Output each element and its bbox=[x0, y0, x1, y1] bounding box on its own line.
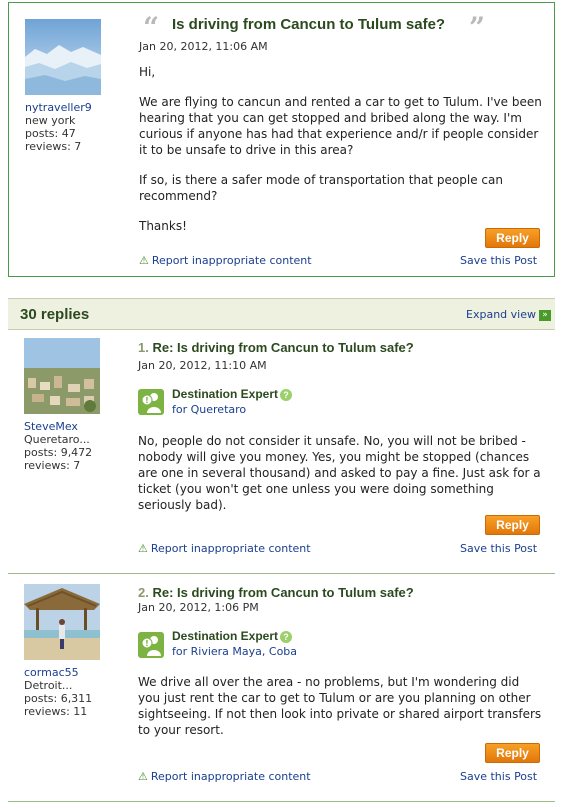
post-body: Hi, We are flying to cancun and rented a… bbox=[139, 64, 544, 248]
post-paragraph: Hi, bbox=[139, 65, 156, 79]
save-post-link[interactable]: Save this Post bbox=[460, 542, 537, 555]
user-posts: posts: 6,311 bbox=[24, 692, 93, 705]
expert-label-text: Destination Expert bbox=[172, 387, 279, 401]
save-post-link[interactable]: Save this Post bbox=[460, 770, 537, 783]
help-question-icon[interactable]: ? bbox=[280, 388, 293, 401]
expand-arrow-icon: » bbox=[539, 309, 551, 321]
user-location: Queretaro... bbox=[24, 433, 90, 446]
quote-close-icon: ” bbox=[469, 11, 486, 44]
user-avatar[interactable] bbox=[25, 19, 101, 95]
username-link[interactable]: nytraveller9 bbox=[25, 101, 92, 114]
post-divider bbox=[8, 573, 555, 574]
save-post-link[interactable]: Save this Post bbox=[460, 254, 537, 267]
report-label: Report inappropriate content bbox=[150, 542, 311, 555]
user-reviews: reviews: 7 bbox=[25, 140, 82, 153]
expert-for-link[interactable]: for Riviera Maya, Coba bbox=[172, 645, 297, 658]
reply-number: 1. bbox=[138, 340, 149, 355]
post-title: Is driving from Cancun to Tulum safe? bbox=[172, 16, 446, 33]
destination-expert-icon: ! bbox=[138, 389, 164, 415]
reply-number: 2. bbox=[138, 585, 149, 600]
reply-user-info: SteveMex Queretaro... posts: 9,472 revie… bbox=[24, 420, 92, 472]
expand-view-label: Expand view bbox=[466, 308, 536, 321]
reply-body: We drive all over the area - no problems… bbox=[138, 675, 542, 737]
post-divider bbox=[8, 801, 555, 802]
reply-user-info: cormac55 Detroit... posts: 6,311 reviews… bbox=[24, 666, 92, 718]
avatar-image bbox=[25, 19, 101, 95]
report-label: Report inappropriate content bbox=[150, 770, 311, 783]
expert-for-link[interactable]: for Queretaro bbox=[172, 403, 246, 416]
reply-button[interactable]: Reply bbox=[485, 743, 540, 763]
reply-title: 2. Re: Is driving from Cancun to Tulum s… bbox=[138, 585, 414, 600]
reply-title-text: Re: Is driving from Cancun to Tulum safe… bbox=[152, 340, 414, 355]
expand-view-link[interactable]: Expand view» bbox=[466, 308, 551, 321]
destination-expert-label: Destination Expert? bbox=[172, 387, 293, 401]
svg-text:!: ! bbox=[145, 396, 149, 405]
user-reviews: reviews: 7 bbox=[24, 459, 81, 472]
expert-label-text: Destination Expert bbox=[172, 629, 279, 643]
reply-title: 1. Re: Is driving from Cancun to Tulum s… bbox=[138, 340, 414, 355]
reply-date: Jan 20, 2012, 11:10 AM bbox=[138, 359, 267, 372]
help-question-icon[interactable]: ? bbox=[280, 630, 293, 643]
svg-text:!: ! bbox=[145, 639, 149, 648]
reply-date: Jan 20, 2012, 1:06 PM bbox=[138, 601, 259, 614]
user-location: Detroit... bbox=[24, 679, 73, 692]
reply-button[interactable]: Reply bbox=[485, 228, 540, 248]
post-date: Jan 20, 2012, 11:06 AM bbox=[139, 40, 268, 53]
avatar-image bbox=[24, 338, 100, 414]
destination-expert-label: Destination Expert? bbox=[172, 629, 293, 643]
reply-title-text: Re: Is driving from Cancun to Tulum safe… bbox=[152, 585, 414, 600]
user-posts: posts: 9,472 bbox=[24, 446, 93, 459]
user-info: nytraveller9 new york posts: 47 reviews:… bbox=[25, 101, 92, 153]
original-post: nytraveller9 new york posts: 47 reviews:… bbox=[8, 2, 555, 277]
reply-button[interactable]: Reply bbox=[485, 515, 540, 535]
user-location: new york bbox=[25, 114, 76, 127]
report-link[interactable]: ⚠ Report inappropriate content bbox=[139, 254, 312, 267]
report-link[interactable]: ⚠ Report inappropriate content bbox=[138, 770, 311, 783]
user-posts: posts: 47 bbox=[25, 127, 76, 140]
report-label: Report inappropriate content bbox=[151, 254, 312, 267]
avatar-image bbox=[24, 584, 100, 660]
reply-body: No, people do not consider it unsafe. No… bbox=[138, 434, 541, 512]
warning-icon: ⚠ bbox=[138, 542, 148, 555]
post-paragraph: We are flying to cancun and rented a car… bbox=[139, 95, 542, 157]
post-paragraph: If so, is there a safer mode of transpor… bbox=[139, 173, 503, 203]
reply-avatar[interactable] bbox=[24, 338, 100, 414]
username-link[interactable]: cormac55 bbox=[24, 666, 79, 679]
warning-icon: ⚠ bbox=[138, 770, 148, 783]
report-link[interactable]: ⚠ Report inappropriate content bbox=[138, 542, 311, 555]
warning-icon: ⚠ bbox=[139, 254, 149, 267]
replies-count: 30 replies bbox=[20, 306, 90, 323]
destination-expert-icon: ! bbox=[138, 632, 164, 658]
replies-header: 30 replies Expand view» bbox=[8, 298, 555, 330]
post-paragraph: Thanks! bbox=[139, 219, 187, 233]
username-link[interactable]: SteveMex bbox=[24, 420, 78, 433]
user-reviews: reviews: 11 bbox=[24, 705, 88, 718]
reply-avatar[interactable] bbox=[24, 584, 100, 660]
